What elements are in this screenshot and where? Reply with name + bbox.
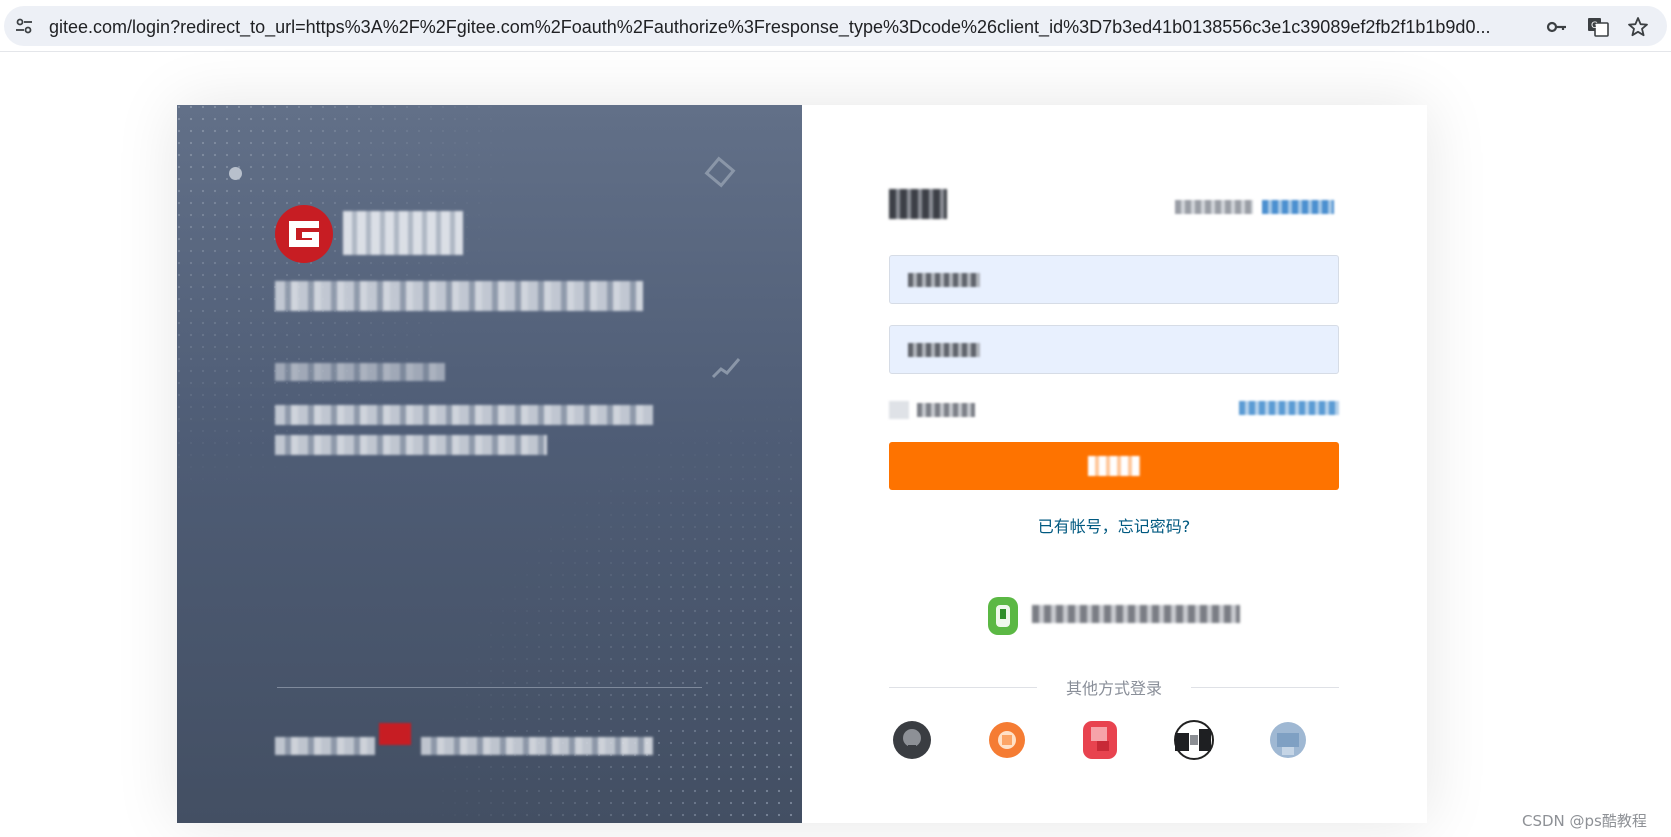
site-info-icon[interactable]	[14, 16, 34, 36]
account-forgot-password-link[interactable]: 已有帐号，忘记密码?	[889, 513, 1339, 537]
dot-pattern-decoration	[177, 105, 802, 823]
password-value-blurred	[908, 343, 980, 357]
key-icon[interactable]	[1545, 15, 1569, 39]
address-url[interactable]: gitee.com/login?redirect_to_url=https%3A…	[49, 16, 1539, 38]
decorative-zigzag	[711, 358, 741, 379]
subheading-blurred	[275, 363, 445, 381]
other-login-methods-label: 其他方式登录	[1065, 679, 1162, 698]
panda-icon[interactable]	[1171, 717, 1217, 763]
footer-text-blurred	[275, 737, 375, 755]
register-prompt-blurred	[1175, 200, 1253, 214]
intro-panel	[177, 105, 802, 823]
description-line-blurred	[275, 435, 547, 455]
login-card: 已有帐号，忘记密码? 其他方式登录	[177, 105, 1427, 823]
brand-name-blurred	[343, 211, 463, 255]
translate-icon[interactable]: G	[1586, 15, 1610, 39]
remember-me-label-blurred	[917, 403, 975, 417]
star-icon[interactable]	[1626, 15, 1650, 39]
cloud-icon[interactable]	[1265, 717, 1311, 763]
username-value-blurred	[908, 273, 980, 287]
svg-text:G: G	[1591, 21, 1598, 31]
gitee-logo-icon	[275, 205, 333, 263]
username-input[interactable]	[889, 255, 1339, 304]
description-line-blurred	[275, 405, 653, 425]
divider	[277, 687, 702, 688]
huawei-icon[interactable]	[1077, 717, 1123, 763]
browser-address-bar: gitee.com/login?redirect_to_url=https%3A…	[0, 0, 1671, 52]
alternate-login-link-blurred[interactable]	[1239, 401, 1339, 415]
footer-text-blurred	[421, 737, 653, 755]
badge-blurred	[379, 723, 411, 745]
login-button[interactable]	[889, 442, 1339, 490]
wechat-login-text-blurred[interactable]	[1032, 605, 1240, 623]
login-title-blurred	[889, 189, 947, 219]
csdn-watermark: CSDN @ps酷教程	[1522, 812, 1647, 830]
remember-me-checkbox[interactable]	[889, 401, 909, 419]
login-form-panel: 已有帐号，忘记密码? 其他方式登录	[802, 105, 1427, 823]
gitlab-icon[interactable]	[984, 717, 1030, 763]
github-icon[interactable]	[889, 717, 935, 763]
omnibox[interactable]: gitee.com/login?redirect_to_url=https%3A…	[4, 6, 1667, 46]
wechat-icon[interactable]	[982, 593, 1024, 639]
register-link-blurred[interactable]	[1262, 200, 1334, 214]
slogan-blurred	[275, 281, 643, 311]
decorative-dot	[229, 167, 242, 180]
login-button-label-blurred	[1088, 456, 1140, 476]
password-input[interactable]	[889, 325, 1339, 374]
